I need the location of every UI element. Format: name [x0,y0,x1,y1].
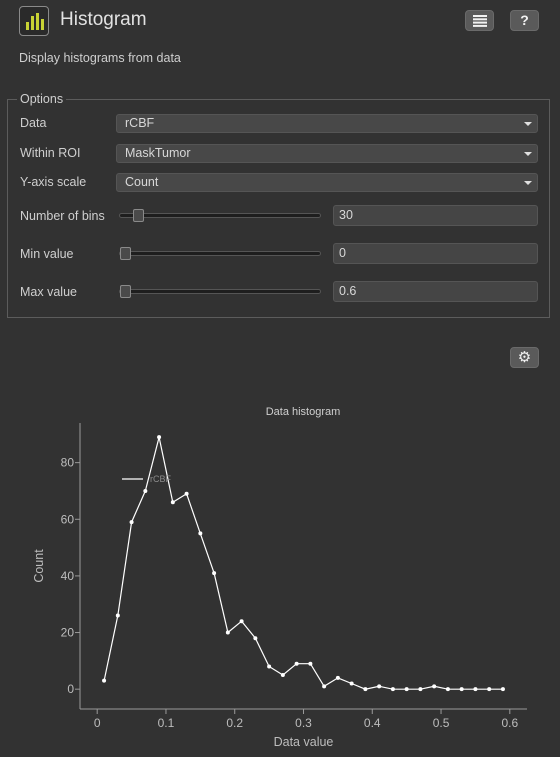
gear-icon: ⚙ [517,349,532,366]
y-tick-label: 0 [67,682,74,696]
within-roi-select[interactable]: MaskTumor [116,144,538,163]
x-tick-label: 0 [94,716,101,730]
data-point [198,531,203,536]
data-point [225,630,230,635]
data-point [184,491,189,496]
module-description: Display histograms from data [19,51,181,65]
x-tick-label: 0.3 [295,716,312,730]
max-value-slider-handle[interactable] [120,285,131,298]
data-point [404,687,409,692]
y-axis-label: Count [32,549,46,583]
data-point [363,687,368,692]
data-point [102,678,107,683]
data-point [267,664,272,669]
data-point [212,571,217,576]
max-value-slider[interactable] [119,285,321,298]
data-point [294,661,299,666]
min-value-label: Min value [20,247,74,261]
data-point [335,675,340,680]
within-roi-select-value: MaskTumor [125,146,191,160]
x-tick-label: 0.4 [364,716,381,730]
data-point [170,500,175,505]
data-point [322,684,327,689]
min-value-slider-handle[interactable] [120,247,131,260]
data-point [239,619,244,624]
number-of-bins-slider-handle[interactable] [133,209,145,222]
data-select-value: rCBF [125,116,155,130]
y-axis-scale-select[interactable]: Count [116,173,538,192]
legend-label-rcbf: rCBF [150,474,171,484]
y-tick-label: 20 [61,626,75,640]
histogram-chart: Data histogram 0 0.1 0.2 0.3 0.4 0.5 0.6 0 20 40 60… [32,406,527,749]
data-point [253,636,258,641]
help-button[interactable]: ? [510,10,539,31]
data-point [280,673,285,678]
data-point [473,687,478,692]
data-point [129,520,134,525]
number-of-bins-slider[interactable] [119,209,321,222]
y-tick-label: 60 [61,512,75,526]
data-point [308,661,313,666]
x-tick-label: 0.2 [226,716,243,730]
page-title: Histogram [60,9,147,30]
x-tick-label: 0.1 [158,716,175,730]
number-of-bins-input[interactable]: 30 [333,205,538,226]
chart-settings-button[interactable]: ⚙ [510,347,539,368]
x-tick-label: 0.5 [433,716,450,730]
chevron-down-icon [524,152,532,156]
menu-button[interactable] [465,10,494,31]
data-point [349,681,354,686]
number-of-bins-label: Number of bins [20,209,105,223]
data-point [390,687,395,692]
x-tick-label: 0.6 [501,716,518,730]
data-point [143,488,148,493]
data-point [157,435,162,440]
chevron-down-icon [524,122,532,126]
data-point [377,684,382,689]
data-point [459,687,464,692]
max-value-label: Max value [20,285,77,299]
y-tick-label: 40 [61,569,75,583]
header: Histogram ? [0,0,560,42]
data-point [418,687,423,692]
data-point [115,613,120,618]
min-value-input[interactable]: 0 [333,243,538,264]
data-point [432,684,437,689]
data-label: Data [20,116,47,130]
x-axis-label: Data value [274,735,334,749]
max-value-input[interactable]: 0.6 [333,281,538,302]
data-point [500,687,505,692]
data-select[interactable]: rCBF [116,114,538,133]
data-point [445,687,450,692]
y-tick-label: 80 [61,456,75,470]
y-axis-scale-label: Y-axis scale [20,175,87,189]
chevron-down-icon [524,181,532,185]
chart-title: Data histogram [266,406,341,418]
list-icon [472,15,487,27]
bar-chart-icon [19,6,49,36]
options-legend: Options [17,92,67,106]
y-axis-scale-select-value: Count [125,175,159,189]
within-roi-label: Within ROI [20,146,81,160]
data-point [487,687,492,692]
min-value-slider[interactable] [119,247,321,260]
